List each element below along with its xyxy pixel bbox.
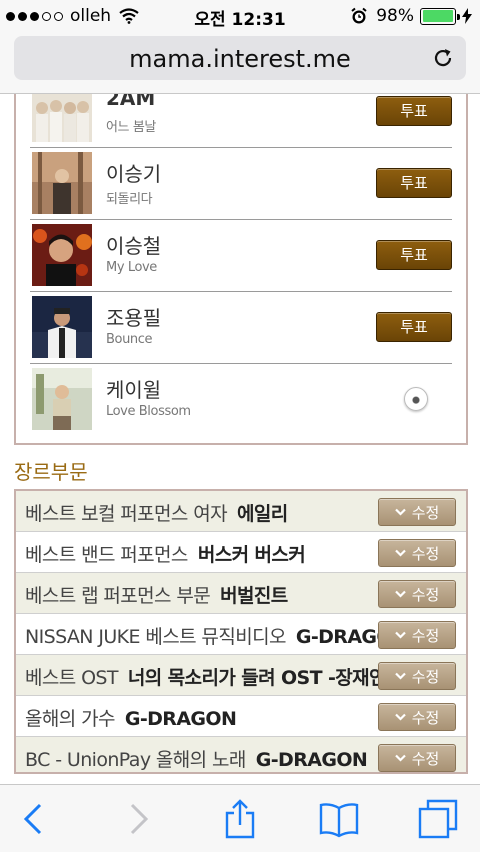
edit-button[interactable]: 수정 [378, 580, 456, 608]
edit-button-label: 수정 [411, 708, 440, 727]
artist-name: 2AM [106, 94, 156, 110]
genre-category: 베스트 보컬 퍼포먼스 여자 [25, 503, 228, 525]
edit-button[interactable]: 수정 [378, 621, 456, 649]
battery-percent: 98% [376, 6, 414, 26]
artist-name: 케이윌 [106, 378, 162, 402]
status-right: 98% [350, 5, 472, 27]
edit-button-label: 수정 [411, 626, 440, 645]
artist-vote-list: 2AM 어느 봄날 투표 이승기 되돌리다 투표 이승철 My Love 투표 [14, 94, 468, 445]
song-title: Love Blossom [106, 404, 191, 419]
tabs-icon[interactable] [418, 799, 458, 839]
chevron-down-icon [394, 590, 406, 598]
edit-button-label: 수정 [411, 585, 440, 604]
address-bar-area: mama.interest.me [0, 32, 480, 94]
vote-button[interactable]: 투표 [376, 96, 452, 126]
artist-row: 2AM 어느 봄날 투표 [30, 94, 452, 148]
chevron-down-icon [394, 631, 406, 639]
chevron-down-icon [394, 713, 406, 721]
genre-row: 베스트 OST 너의 목소리가 들려 OST -장재인 수정 [16, 655, 466, 696]
artist-row: 조용필 Bounce 투표 [30, 292, 452, 364]
genre-category: 베스트 랩 퍼포먼스 부문 [25, 585, 211, 607]
edit-button[interactable]: 수정 [378, 498, 456, 526]
genre-category: 올해의 가수 [25, 708, 115, 730]
genre-row: 베스트 보컬 퍼포먼스 여자 에일리 수정 [16, 491, 466, 532]
browser-toolbar [0, 784, 480, 852]
chevron-down-icon [394, 754, 406, 762]
genre-row: NISSAN JUKE 베스트 뮤직비디오 G-DRAGON 수정 [16, 614, 466, 655]
charging-bolt-icon [462, 8, 472, 24]
vote-button[interactable]: 투표 [376, 168, 452, 198]
chevron-down-icon [394, 672, 406, 680]
genre-text: 베스트 OST 너의 목소리가 들려 OST -장재인 [25, 663, 387, 690]
artist-row: 이승철 My Love 투표 [30, 220, 452, 292]
edit-button-label: 수정 [411, 544, 440, 563]
vote-button[interactable]: 투표 [376, 312, 452, 342]
song-title: Bounce [106, 332, 153, 347]
alarm-icon [351, 7, 367, 24]
back-arrow-icon[interactable] [20, 799, 46, 839]
genre-winner: 에일리 [237, 503, 288, 525]
song-title: 어느 봄날 [106, 120, 156, 135]
genre-text: BC - UnionPay 올해의 노래 G-DRAGON [25, 745, 368, 772]
genre-row: BC - UnionPay 올해의 노래 G-DRAGON 수정 [16, 737, 466, 772]
genre-winner: 버벌진트 [220, 585, 288, 607]
vote-radio[interactable] [404, 387, 428, 411]
forward-arrow-icon[interactable] [126, 799, 152, 839]
song-title: My Love [106, 260, 157, 275]
genre-winner: 너의 목소리가 들려 OST -장재인 [127, 667, 387, 689]
genre-text: 베스트 밴드 퍼포먼스 버스커 버스커 [25, 540, 306, 567]
genre-category: BC - UnionPay 올해의 노래 [25, 749, 246, 771]
artist-photo [32, 296, 92, 358]
genre-list: 베스트 보컬 퍼포먼스 여자 에일리 수정 베스트 밴드 퍼포먼스 버스커 버스커 … [14, 489, 468, 774]
battery-level [422, 10, 453, 22]
battery-cap [457, 13, 460, 20]
genre-text: 올해의 가수 G-DRAGON [25, 704, 237, 731]
share-icon[interactable] [223, 799, 257, 839]
edit-button-label: 수정 [411, 667, 440, 686]
genre-text: 베스트 랩 퍼포먼스 부문 버벌진트 [25, 581, 288, 608]
edit-button[interactable]: 수정 [378, 662, 456, 690]
genre-winner: G-DRAGON [124, 708, 237, 730]
artist-photo [32, 94, 92, 142]
genre-row: 베스트 랩 퍼포먼스 부문 버벌진트 수정 [16, 573, 466, 614]
artist-name: 이승기 [106, 162, 162, 186]
genre-category: 베스트 OST [25, 667, 119, 689]
artist-row: 이승기 되돌리다 투표 [30, 148, 452, 220]
artist-name: 조용필 [106, 306, 162, 330]
artist-photo [32, 152, 92, 214]
edit-button[interactable]: 수정 [378, 539, 456, 567]
edit-button-label: 수정 [411, 749, 440, 768]
status-bar: olleh 오전 12:31 98% [0, 0, 480, 32]
battery-icon [420, 7, 460, 25]
genre-winner: G-DRAGON [255, 749, 368, 771]
genre-row: 베스트 밴드 퍼포먼스 버스커 버스커 수정 [16, 532, 466, 573]
artist-name: 이승철 [106, 234, 162, 258]
address-bar[interactable]: mama.interest.me [14, 36, 466, 80]
bookmarks-icon[interactable] [318, 799, 360, 839]
chevron-down-icon [394, 508, 406, 516]
genre-text: NISSAN JUKE 베스트 뮤직비디오 G-DRAGON [25, 622, 408, 649]
artist-photo [32, 368, 92, 430]
vote-button[interactable]: 투표 [376, 240, 452, 270]
genre-row: 올해의 가수 G-DRAGON 수정 [16, 696, 466, 737]
genre-winner: 버스커 버스커 [197, 544, 306, 566]
reload-icon[interactable] [432, 47, 454, 69]
genre-category: NISSAN JUKE 베스트 뮤직비디오 [25, 626, 286, 648]
genre-section-heading: 장르부문 [14, 460, 88, 484]
artist-row: 케이윌 Love Blossom [30, 364, 452, 436]
edit-button[interactable]: 수정 [378, 744, 456, 772]
artist-photo [32, 224, 92, 286]
song-title: 되돌리다 [106, 192, 153, 207]
url-text[interactable]: mama.interest.me [14, 45, 466, 73]
chevron-down-icon [394, 549, 406, 557]
edit-button-label: 수정 [411, 503, 440, 522]
genre-text: 베스트 보컬 퍼포먼스 여자 에일리 [25, 499, 288, 526]
genre-category: 베스트 밴드 퍼포먼스 [25, 544, 188, 566]
edit-button[interactable]: 수정 [378, 703, 456, 731]
